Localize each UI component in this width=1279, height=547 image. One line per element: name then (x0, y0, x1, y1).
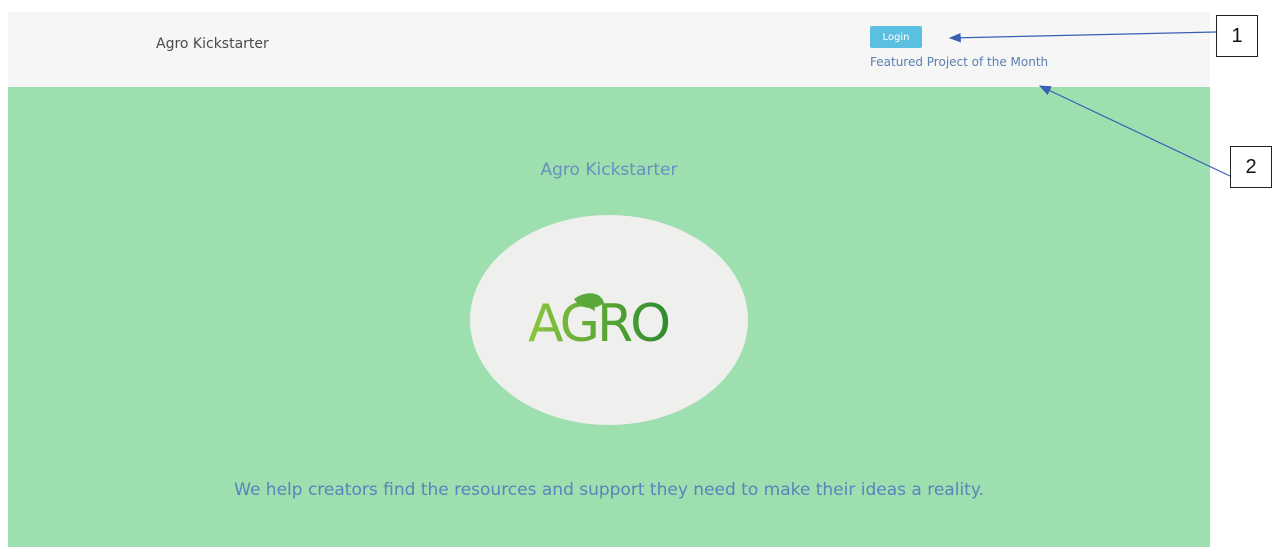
annotation-arrows (948, 31, 1231, 177)
arrow-to-login (948, 31, 1217, 43)
callout-1: 1 (1216, 15, 1258, 57)
callout-2: 2 (1230, 146, 1272, 188)
arrow-to-featured (1038, 85, 1231, 177)
